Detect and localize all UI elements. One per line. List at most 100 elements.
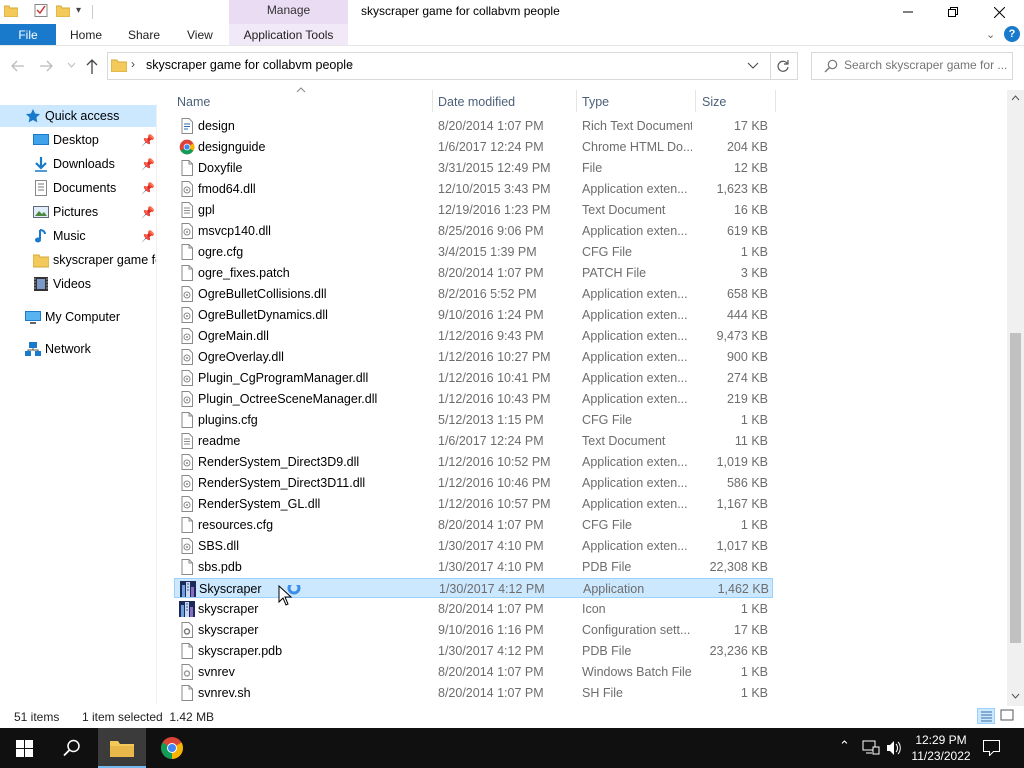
file-row[interactable]: RenderSystem_Direct3D9.dll 1/12/2016 10:… — [174, 452, 773, 472]
network-status-icon[interactable] — [862, 740, 880, 756]
sidebar-item-downloads[interactable]: Downloads 📌 — [0, 153, 156, 175]
scroll-up-icon[interactable] — [1011, 95, 1020, 101]
file-date-modified: 8/20/2014 1:07 PM — [438, 665, 544, 679]
details-view-button[interactable] — [977, 708, 995, 724]
clock-date[interactable]: 11/23/2022 — [906, 749, 976, 763]
expand-ribbon-icon[interactable]: ⌄ — [986, 28, 995, 41]
file-row[interactable]: Plugin_CgProgramManager.dll 1/12/2016 10… — [174, 368, 773, 388]
close-button[interactable] — [976, 0, 1022, 24]
file-row[interactable]: skyscraper 9/10/2016 1:16 PM Configurati… — [174, 620, 773, 640]
file-explorer-taskbar-button[interactable] — [98, 728, 146, 768]
speaker-icon[interactable] — [886, 740, 902, 756]
sidebar-item-quick-access[interactable]: Quick access — [0, 105, 156, 127]
tab-share[interactable]: Share — [128, 28, 160, 42]
pin-icon[interactable]: 📌 — [141, 230, 155, 243]
column-name[interactable]: Name — [177, 95, 210, 109]
sidebar-item-desktop[interactable]: Desktop 📌 — [0, 129, 156, 151]
file-row[interactable]: OgreBulletDynamics.dll 9/10/2016 1:24 PM… — [174, 305, 773, 325]
sidebar-item-my-computer[interactable]: My Computer — [0, 306, 156, 328]
file-row[interactable]: RenderSystem_GL.dll 1/12/2016 10:57 PM A… — [174, 494, 773, 514]
tab-application-tools[interactable]: Application Tools — [229, 28, 348, 42]
column-size[interactable]: Size — [702, 95, 726, 109]
tab-view[interactable]: View — [187, 28, 213, 42]
file-row[interactable]: resources.cfg 8/20/2014 1:07 PM CFG File… — [174, 515, 773, 535]
pin-icon[interactable]: 📌 — [141, 134, 155, 147]
forward-arrow-icon[interactable] — [38, 59, 54, 73]
folder-icon[interactable] — [4, 4, 18, 17]
file-row[interactable]: readme 1/6/2017 12:24 PM Text Document 1… — [174, 431, 773, 451]
tab-home[interactable]: Home — [70, 28, 102, 42]
search-box[interactable] — [811, 52, 1013, 80]
file-row[interactable]: design 8/20/2014 1:07 PM Rich Text Docum… — [174, 116, 773, 136]
sidebar-item-network[interactable]: Network — [0, 338, 156, 360]
scroll-down-icon[interactable] — [1011, 693, 1020, 699]
start-button[interactable] — [0, 728, 48, 768]
file-type: Application exten... — [582, 350, 688, 364]
large-icons-view-button[interactable] — [999, 708, 1017, 724]
sidebar-item-documents[interactable]: Documents 📌 — [0, 177, 156, 199]
notifications-icon[interactable] — [983, 740, 1000, 756]
breadcrumb-path[interactable]: skyscraper game for collabvm people — [146, 58, 353, 72]
file-row[interactable]: OgreMain.dll 1/12/2016 9:43 PM Applicati… — [174, 326, 773, 346]
file-row[interactable]: Doxyfile 3/31/2015 12:49 PM File 12 KB — [174, 158, 773, 178]
back-arrow-icon[interactable] — [10, 59, 26, 73]
sidebar-item-skyscraper-folder[interactable]: skyscraper game fo — [0, 249, 156, 271]
file-row[interactable]: sbs.pdb 1/30/2017 4:10 PM PDB File 22,30… — [174, 557, 773, 577]
pin-icon[interactable]: 📌 — [141, 206, 155, 219]
chevron-right-icon[interactable]: › — [349, 57, 353, 71]
file-row[interactable]: OgreOverlay.dll 1/12/2016 10:27 PM Appli… — [174, 347, 773, 367]
vertical-scrollbar[interactable] — [1007, 90, 1024, 706]
new-folder-icon[interactable] — [56, 4, 70, 17]
help-button[interactable]: ? — [1004, 26, 1020, 42]
column-divider[interactable] — [695, 90, 696, 112]
dll-icon — [179, 391, 195, 407]
tab-file[interactable]: File — [0, 24, 56, 46]
file-row[interactable]: RenderSystem_Direct3D11.dll 1/12/2016 10… — [174, 473, 773, 493]
column-type[interactable]: Type — [582, 95, 609, 109]
up-arrow-icon[interactable] — [85, 58, 99, 74]
file-row[interactable]: ogre_fixes.patch 8/20/2014 1:07 PM PATCH… — [174, 263, 773, 283]
sidebar-item-videos[interactable]: Videos — [0, 273, 156, 295]
file-row[interactable]: fmod64.dll 12/10/2015 3:43 PM Applicatio… — [174, 179, 773, 199]
file-size: 1,462 KB — [717, 582, 769, 596]
column-divider[interactable] — [775, 90, 776, 112]
pin-icon[interactable]: 📌 — [141, 158, 155, 171]
file-row[interactable]: svnrev.sh 8/20/2014 1:07 PM SH File 1 KB — [174, 683, 773, 703]
properties-icon[interactable] — [34, 4, 48, 17]
column-date-modified[interactable]: Date modified — [438, 95, 515, 109]
chevron-up-icon[interactable]: ⌃ — [839, 738, 850, 754]
file-size: 1 KB — [740, 518, 768, 532]
minimize-button[interactable] — [885, 0, 931, 24]
file-name: resources.cfg — [198, 518, 274, 532]
refresh-button[interactable] — [769, 52, 798, 80]
customize-qat-icon[interactable]: ▾ — [76, 5, 81, 16]
file-row[interactable]: designguide 1/6/2017 12:24 PM Chrome HTM… — [174, 137, 773, 157]
restore-button[interactable] — [930, 0, 976, 24]
file-row[interactable]: gpl 12/19/2016 1:23 PM Text Document 16 … — [174, 200, 773, 220]
file-row[interactable]: plugins.cfg 5/12/2013 1:15 PM CFG File 1… — [174, 410, 773, 430]
address-bar[interactable]: › skyscraper game for collabvm people › — [107, 52, 771, 80]
search-input[interactable] — [844, 58, 1008, 72]
chrome-taskbar-button[interactable] — [148, 728, 196, 768]
sidebar-item-music[interactable]: Music 📌 — [0, 225, 156, 247]
file-row[interactable]: ogre.cfg 3/4/2015 1:39 PM CFG File 1 KB — [174, 242, 773, 262]
file-row[interactable]: svnrev 8/20/2014 1:07 PM Windows Batch F… — [174, 662, 773, 682]
file-icon — [179, 160, 195, 176]
recent-locations-icon[interactable] — [67, 60, 76, 72]
file-row[interactable]: SBS.dll 1/30/2017 4:10 PM Application ex… — [174, 536, 773, 556]
clock-time[interactable]: 12:29 PM — [906, 733, 976, 747]
file-row[interactable]: msvcp140.dll 8/25/2016 9:06 PM Applicati… — [174, 221, 773, 241]
file-row[interactable]: Skyscraper 1/30/2017 4:12 PM Application… — [174, 578, 773, 598]
file-row[interactable]: Plugin_OctreeSceneManager.dll 1/12/2016 … — [174, 389, 773, 409]
scrollbar-thumb[interactable] — [1010, 333, 1021, 643]
file-row[interactable]: OgreBulletCollisions.dll 8/2/2016 5:52 P… — [174, 284, 773, 304]
column-divider[interactable] — [432, 90, 433, 112]
column-divider[interactable] — [576, 90, 577, 112]
chevron-down-icon[interactable] — [747, 62, 759, 70]
file-row[interactable]: skyscraper 8/20/2014 1:07 PM Icon 1 KB — [174, 599, 773, 619]
chevron-right-icon[interactable]: › — [131, 57, 135, 71]
file-row[interactable]: skyscraper.pdb 1/30/2017 4:12 PM PDB Fil… — [174, 641, 773, 661]
sidebar-item-pictures[interactable]: Pictures 📌 — [0, 201, 156, 223]
search-button[interactable] — [48, 728, 96, 768]
pin-icon[interactable]: 📌 — [141, 182, 155, 195]
